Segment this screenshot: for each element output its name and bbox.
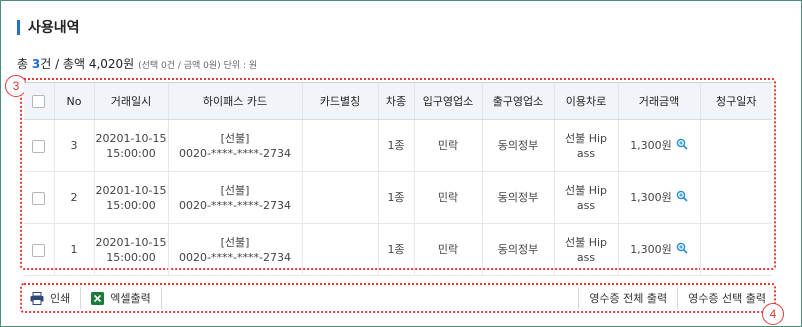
row-checkbox[interactable]: [32, 243, 46, 257]
column-header-entry: 입구영업소: [413, 82, 482, 120]
section-header: 사용내역: [17, 18, 80, 36]
action-toolbar: 인쇄 엑셀출력 영수증 전체 출력 영수증 선택 출력: [20, 285, 776, 311]
title-accent-bar: [17, 19, 20, 35]
table-header-row: No 거래일시 하이패스 카드 카드별칭 차종 입구영업소 출구영업소 이용차로…: [24, 82, 772, 120]
column-header-date: 거래일시: [93, 82, 168, 120]
summary-selection-info: (선택 0건 / 금액 0원): [138, 61, 221, 71]
page-title: 사용내역: [28, 20, 80, 36]
header-select-all[interactable]: [24, 82, 54, 120]
cell-bill-date: [699, 119, 772, 172]
row-select-cell[interactable]: [24, 119, 54, 172]
cell-no: 3: [53, 119, 94, 172]
cell-card: [선불] 0020-****-****-2734: [167, 223, 302, 276]
cell-alias: [301, 171, 378, 224]
excel-export-label: 엑셀출력: [110, 292, 151, 305]
cell-card-number: 0020-****-****-2734: [179, 250, 291, 264]
cell-alias: [301, 119, 378, 172]
cell-card-type: [선불]: [220, 131, 250, 145]
cell-lane: 선불 Hip ass: [553, 223, 618, 276]
cell-lane-line2: ass: [576, 146, 596, 160]
cell-lane-line1: 선불 Hip: [564, 183, 608, 197]
row-select-cell[interactable]: [24, 223, 54, 276]
cell-amount: 1,300원: [617, 119, 700, 172]
select-all-checkbox[interactable]: [32, 94, 46, 108]
column-header-no: No: [53, 82, 94, 120]
column-header-bill-date: 청구일자: [699, 82, 772, 120]
cell-date: 20201-10-15: [95, 235, 167, 249]
receipt-print-selected-label: 영수증 선택 출력: [688, 292, 766, 305]
column-header-card: 하이패스 카드: [167, 82, 302, 120]
cell-lane-line1: 선불 Hip: [564, 131, 608, 145]
cell-datetime: 20201-10-15 15:00:00: [93, 171, 168, 224]
cell-datetime: 20201-10-15 15:00:00: [93, 119, 168, 172]
cell-datetime: 20201-10-15 15:00:00: [93, 223, 168, 276]
cell-entry: 민락: [413, 223, 482, 276]
summary-total-prefix: 총: [17, 57, 32, 71]
excel-icon: [91, 291, 105, 305]
cell-lane: 선불 Hip ass: [553, 171, 618, 224]
summary-total-count-unit: 건 / 총액: [40, 57, 89, 71]
cell-exit: 동의정부: [481, 223, 554, 276]
cell-time: 15:00:00: [106, 198, 156, 212]
cell-amount-value: 1,300원: [630, 138, 672, 152]
receipt-print-all-label: 영수증 전체 출력: [589, 292, 668, 305]
cell-car-class: 1종: [377, 171, 414, 224]
table-row[interactable]: 3 20201-10-15 15:00:00 [선불] 0020-****-****…: [24, 119, 772, 172]
cell-time: 15:00:00: [106, 146, 156, 160]
cell-lane-line2: ass: [576, 250, 596, 264]
cell-amount: 1,300원: [617, 223, 700, 276]
zoom-in-icon[interactable]: [676, 242, 688, 258]
cell-card-type: [선불]: [220, 235, 250, 249]
cell-no: 1: [53, 223, 94, 276]
receipt-print-all-button[interactable]: 영수증 전체 출력: [578, 287, 677, 309]
cell-card: [선불] 0020-****-****-2734: [167, 119, 302, 172]
cell-time: 15:00:00: [106, 250, 156, 264]
summary-total-amount: 4,020원: [88, 57, 135, 71]
usage-summary: 총 3건 / 총액 4,020원 (선택 0건 / 금액 0원) 단위 : 원: [17, 55, 257, 72]
table-row[interactable]: 2 20201-10-15 15:00:00 [선불] 0020-****-****…: [24, 171, 772, 224]
usage-table: No 거래일시 하이패스 카드 카드별칭 차종 입구영업소 출구영업소 이용차로…: [24, 82, 772, 276]
row-select-cell[interactable]: [24, 171, 54, 224]
cell-card-number: 0020-****-****-2734: [179, 198, 291, 212]
cell-lane-line1: 선불 Hip: [564, 235, 608, 249]
column-header-car-class: 차종: [377, 82, 414, 120]
row-checkbox[interactable]: [32, 191, 46, 205]
zoom-in-icon[interactable]: [676, 138, 688, 154]
cell-card: [선불] 0020-****-****-2734: [167, 171, 302, 224]
printer-icon: [30, 291, 44, 305]
print-button-label: 인쇄: [50, 292, 71, 305]
receipt-print-selected-button[interactable]: 영수증 선택 출력: [677, 287, 776, 309]
cell-entry: 민락: [413, 119, 482, 172]
cell-bill-date: [699, 171, 772, 224]
excel-export-button[interactable]: 엑셀출력: [81, 287, 162, 309]
cell-date: 20201-10-15: [95, 183, 167, 197]
cell-entry: 민락: [413, 171, 482, 224]
cell-amount-value: 1,300원: [630, 190, 672, 204]
cell-amount: 1,300원: [617, 171, 700, 224]
table-row[interactable]: 1 20201-10-15 15:00:00 [선불] 0020-****-****…: [24, 223, 772, 276]
cell-lane: 선불 Hip ass: [553, 119, 618, 172]
cell-lane-line2: ass: [576, 198, 596, 212]
summary-unit-label: 단위 : 원: [220, 61, 258, 71]
row-checkbox[interactable]: [32, 139, 46, 153]
zoom-in-icon[interactable]: [676, 190, 688, 206]
cell-amount-value: 1,300원: [630, 242, 672, 256]
cell-exit: 동의정부: [481, 119, 554, 172]
annotation-marker-4: 4: [762, 303, 784, 325]
cell-no: 2: [53, 171, 94, 224]
column-header-amount: 거래금액: [617, 82, 700, 120]
cell-exit: 동의정부: [481, 171, 554, 224]
cell-car-class: 1종: [377, 119, 414, 172]
column-header-alias: 카드별칭: [301, 82, 378, 120]
cell-card-number: 0020-****-****-2734: [179, 146, 291, 160]
column-header-lane: 이용차로: [553, 82, 618, 120]
cell-card-type: [선불]: [220, 183, 250, 197]
print-button[interactable]: 인쇄: [20, 287, 82, 309]
cell-bill-date: [699, 223, 772, 276]
column-header-exit: 출구영업소: [481, 82, 554, 120]
summary-total-count: 3: [31, 57, 41, 71]
cell-car-class: 1종: [377, 223, 414, 276]
cell-alias: [301, 223, 378, 276]
cell-date: 20201-10-15: [95, 131, 167, 145]
